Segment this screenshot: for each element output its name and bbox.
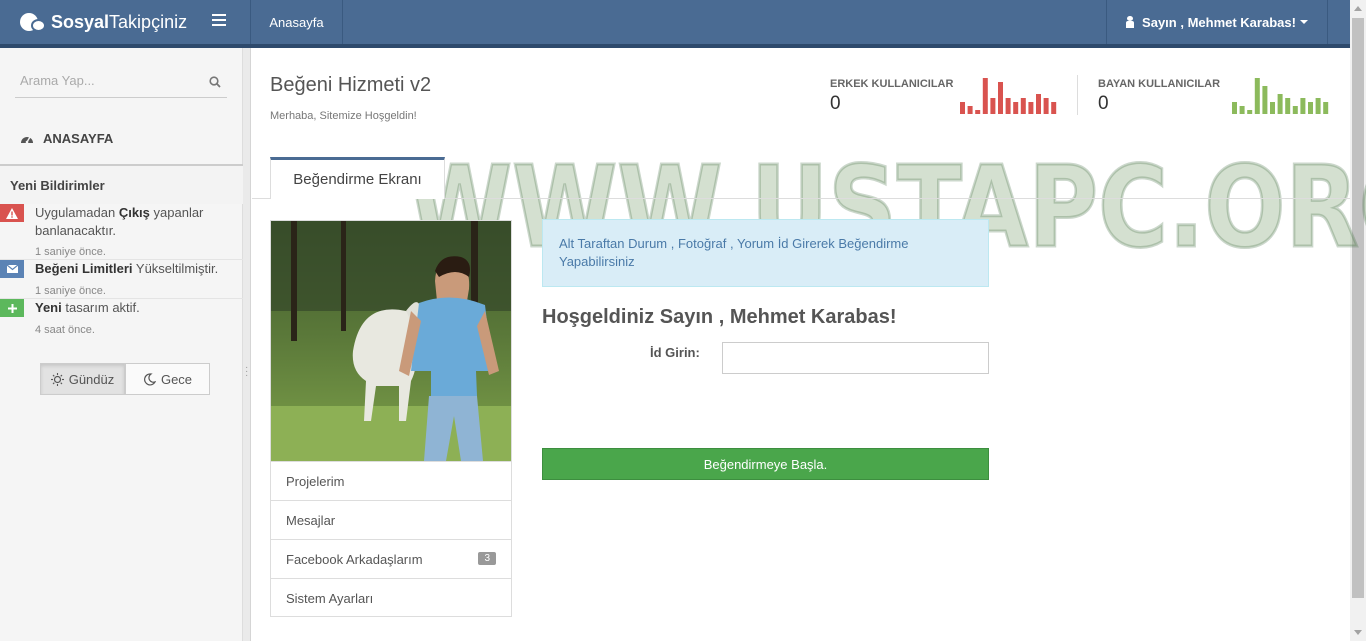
- sparkline-bar: [1043, 98, 1049, 114]
- notification-item[interactable]: Yeni tasarım aktif. 4 saat önce.: [0, 299, 243, 338]
- envelope-icon: [0, 260, 24, 278]
- stat-value: 0: [830, 93, 841, 114]
- id-label: İd Girin:: [650, 345, 700, 360]
- sparkline-bar: [1005, 98, 1011, 114]
- stat-value: 0: [1098, 93, 1109, 114]
- brand-name-bold: Sosyal: [51, 11, 110, 32]
- chevron-down-icon: [1299, 20, 1308, 24]
- stat-label: ERKEK KULLANICILAR: [830, 78, 954, 90]
- scroll-up-arrow-icon[interactable]: [1354, 6, 1362, 11]
- night-mode-label: Gece: [160, 371, 193, 387]
- night-mode-button[interactable]: Gece: [125, 363, 210, 395]
- sun-icon: [50, 372, 64, 386]
- male-users-sparkline: [960, 78, 1057, 114]
- sidebar-item-label: ANASAYFA: [43, 130, 114, 146]
- sparkline-bar: [960, 102, 965, 114]
- sparkline-bar: [1036, 94, 1041, 114]
- sparkline-bar: [1262, 86, 1268, 114]
- sparkline-bar: [1051, 102, 1057, 114]
- sparkline-bar: [1292, 106, 1298, 114]
- notification-time: 4 saat önce.: [35, 324, 95, 336]
- profile-menu-projects[interactable]: Projelerim: [271, 461, 511, 500]
- sparkline-bar: [1277, 94, 1283, 114]
- sparkline-bar: [1247, 110, 1253, 114]
- user-name: Sayın , Mehmet Karabas!: [1142, 14, 1296, 30]
- notification-item[interactable]: Uygulamadan Çıkış yapanlar banlanacaktır…: [0, 204, 243, 260]
- dashboard-icon: [21, 136, 33, 144]
- cloud-logo-icon: [18, 11, 48, 33]
- sidebar-resize-handle[interactable]: · · ·: [243, 48, 251, 641]
- sparkline-bar: [1285, 98, 1291, 114]
- notification-text: Beğeni Limitleri Yükseltilmiştir.: [35, 261, 219, 276]
- sparkline-bar: [1315, 98, 1321, 114]
- sparkline-bar: [967, 106, 973, 114]
- sparkline-bar: [1020, 98, 1026, 114]
- start-liking-button[interactable]: Beğendirmeye Başla.: [542, 448, 989, 480]
- male-users-stat: ERKEK KULLANICILAR 0: [830, 78, 953, 115]
- day-mode-label: Gündüz: [68, 371, 115, 387]
- user-menu-dropdown[interactable]: Sayın , Mehmet Karabas!: [1107, 0, 1327, 44]
- notification-item[interactable]: Beğeni Limitleri Yükseltilmiştir. 1 sani…: [0, 260, 243, 299]
- hamburger-icon[interactable]: [212, 14, 226, 28]
- sparkline-bar: [1239, 106, 1245, 114]
- vertical-scrollbar[interactable]: [1350, 0, 1366, 641]
- sidebar-item-home[interactable]: ANASAYFA: [0, 120, 243, 156]
- page-title: Beğeni Hizmeti v2: [270, 74, 432, 96]
- sparkline-bar: [1323, 102, 1329, 114]
- sparkline-bar: [1308, 102, 1313, 114]
- info-alert: Alt Taraftan Durum , Fotoğraf , Yorum İd…: [542, 219, 989, 287]
- sparkline-bar: [990, 98, 996, 114]
- profile-menu-messages[interactable]: Mesajlar: [271, 500, 511, 539]
- sparkline-bar: [975, 110, 981, 114]
- count-badge: 3: [478, 552, 496, 565]
- nav-home-link[interactable]: Anasayfa: [251, 0, 342, 44]
- profile-photo: [271, 221, 511, 461]
- brand-name-light: Takipçiniz: [109, 11, 188, 32]
- search-input[interactable]: [15, 66, 195, 94]
- scroll-down-arrow-icon[interactable]: [1354, 630, 1362, 635]
- sparkline-bar: [1254, 78, 1260, 114]
- main-content: Beğeni Hizmeti v2 Merhaba, Sitemize Hoşg…: [252, 48, 1366, 641]
- notification-time: 1 saniye önce.: [35, 246, 106, 258]
- sparkline-bar: [1300, 98, 1306, 114]
- female-users-stat: BAYAN KULLANICILAR 0: [1098, 78, 1220, 115]
- day-mode-button[interactable]: Gündüz: [40, 363, 125, 395]
- moon-icon: [143, 372, 156, 386]
- sidebar-search: [15, 66, 227, 98]
- scrollbar-thumb[interactable]: [1352, 18, 1364, 598]
- warning-icon: [0, 204, 24, 222]
- profile-menu-facebook-friends[interactable]: Facebook Arkadaşlarım 3: [271, 539, 511, 578]
- user-icon: [1126, 16, 1135, 28]
- notifications-header: Yeni Bildirimler: [0, 164, 243, 204]
- id-input[interactable]: [722, 342, 989, 374]
- stat-label: BAYAN KULLANICILAR: [1098, 78, 1221, 90]
- sidebar: ANASAYFA Yeni Bildirimler Uygulamadan Çı…: [0, 48, 243, 641]
- search-icon[interactable]: [209, 76, 221, 88]
- profile-card: Projelerim Mesajlar Facebook Arkadaşları…: [270, 220, 512, 617]
- notification-text: Uygulamadan Çıkış yapanlar banlanacaktır…: [35, 205, 204, 238]
- top-navbar: Sosyal Takipçiniz Anasayfa Sayın , Mehme…: [0, 0, 1350, 48]
- sparkline-bar: [998, 82, 1003, 114]
- plus-icon: [0, 299, 24, 317]
- female-users-sparkline: [1232, 78, 1329, 114]
- theme-toggle-group: Gündüz Gece: [40, 363, 210, 395]
- tab-begendirme[interactable]: Beğendirme Ekranı: [270, 157, 445, 199]
- sparkline-bar: [1028, 102, 1034, 114]
- sparkline-bar: [1013, 102, 1019, 114]
- profile-menu-settings[interactable]: Sistem Ayarları: [271, 578, 511, 617]
- welcome-heading: Hoşgeldiniz Sayın , Mehmet Karabas!: [542, 306, 897, 328]
- notification-time: 1 saniye önce.: [35, 285, 106, 297]
- page-subtitle: Merhaba, Sitemize Hoşgeldin!: [270, 110, 417, 122]
- sparkline-bar: [1270, 102, 1275, 114]
- notification-text: Yeni tasarım aktif.: [35, 300, 140, 315]
- sparkline-bar: [1232, 102, 1237, 114]
- sparkline-bar: [982, 78, 988, 114]
